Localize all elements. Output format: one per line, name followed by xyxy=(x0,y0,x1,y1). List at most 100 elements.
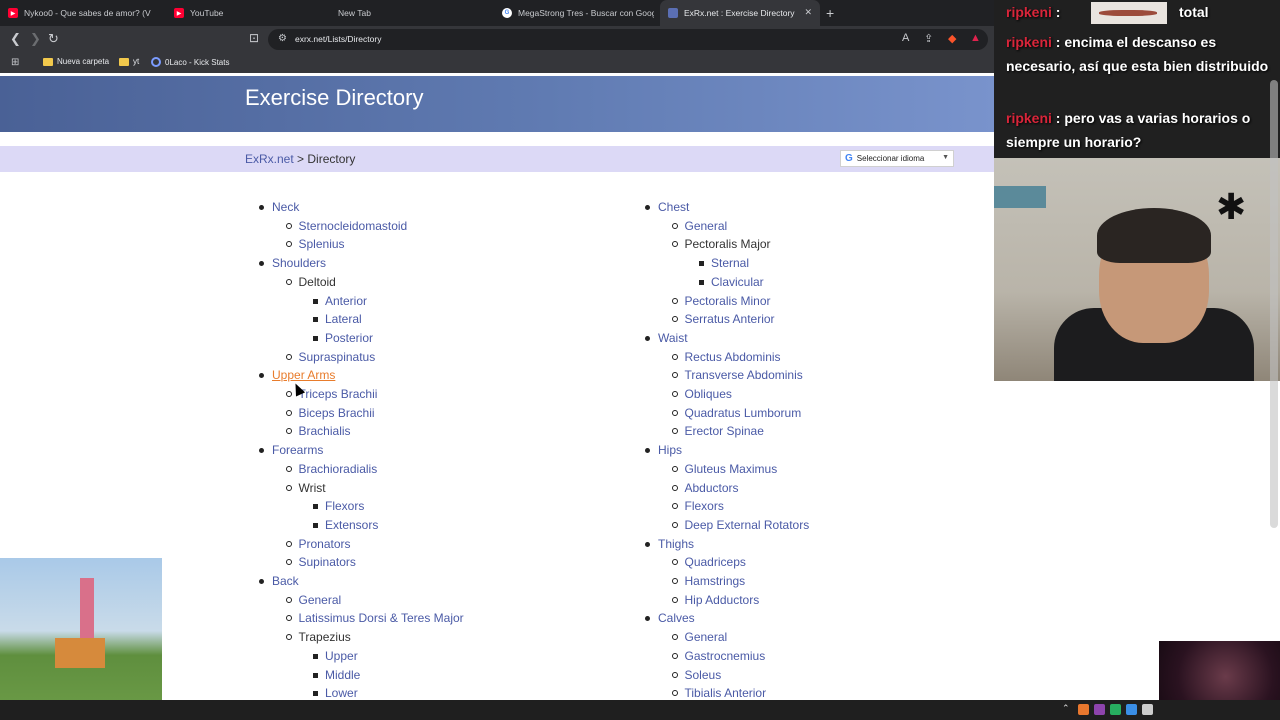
muscle-link[interactable]: Erector Spinae xyxy=(685,424,764,438)
muscle-list-item[interactable]: Shoulders xyxy=(259,254,326,272)
muscle-list-item[interactable]: Hip Adductors xyxy=(671,591,760,609)
muscle-list-item[interactable]: Anterior xyxy=(313,292,367,310)
muscle-link[interactable]: Sternocleidomastoid xyxy=(299,219,408,233)
muscle-list-item[interactable]: Posterior xyxy=(313,329,373,347)
muscle-list-item[interactable]: Neck xyxy=(259,198,299,216)
muscle-list-item[interactable]: Lateral xyxy=(313,310,362,328)
muscle-list-item[interactable]: Tibialis Anterior xyxy=(671,684,767,700)
muscle-list-item[interactable]: Back xyxy=(259,572,299,590)
muscle-list-item[interactable]: Flexors xyxy=(313,497,364,515)
tray-app-icon[interactable] xyxy=(1126,704,1137,715)
muscle-link[interactable]: Rectus Abdominis xyxy=(685,350,781,364)
muscle-list-item[interactable]: Brachioradialis xyxy=(285,460,377,478)
muscle-link[interactable]: Sternal xyxy=(711,256,749,270)
muscle-link[interactable]: Back xyxy=(272,574,299,588)
muscle-list-item[interactable]: Pectoralis Minor xyxy=(671,292,771,310)
muscle-link[interactable]: Forearms xyxy=(272,443,323,457)
muscle-list-item[interactable]: Thighs xyxy=(645,535,694,553)
muscle-list-item[interactable]: Quadriceps xyxy=(671,553,746,571)
muscle-list-item[interactable]: Supinators xyxy=(285,553,356,571)
muscle-list-item[interactable]: Soleus xyxy=(671,666,722,684)
muscle-link[interactable]: Pectoralis Minor xyxy=(685,294,771,308)
muscle-list-item[interactable]: Calves xyxy=(645,609,695,627)
muscle-list-item[interactable]: Clavicular xyxy=(699,273,764,291)
muscle-link[interactable]: Quadratus Lumborum xyxy=(685,406,802,420)
brave-shield-icon[interactable]: ◆ xyxy=(948,32,956,45)
reload-icon[interactable]: ↻ xyxy=(48,31,59,47)
muscle-link[interactable]: Gastrocnemius xyxy=(685,649,766,663)
muscle-link[interactable]: General xyxy=(685,219,728,233)
muscle-list-item[interactable]: Supraspinatus xyxy=(285,348,376,366)
scrollbar[interactable] xyxy=(1270,80,1278,528)
muscle-link[interactable]: Clavicular xyxy=(711,275,764,289)
muscle-list-item[interactable]: Chest xyxy=(645,198,689,216)
muscle-list-item[interactable]: Forearms xyxy=(259,441,323,459)
muscle-list-item[interactable]: General xyxy=(285,591,342,609)
translate-icon[interactable]: A xyxy=(902,32,909,44)
muscle-list-item[interactable]: Flexors xyxy=(671,497,724,515)
muscle-list-item[interactable]: Sternocleidomastoid xyxy=(285,217,408,235)
bookmark-kick-stats[interactable]: 0Laco - Kick Stats xyxy=(151,57,229,67)
muscle-link[interactable]: Extensors xyxy=(325,518,378,532)
muscle-link[interactable]: Tibialis Anterior xyxy=(685,686,767,700)
breadcrumb-home-link[interactable]: ExRx.net xyxy=(245,152,294,166)
muscle-list-item[interactable]: Extensors xyxy=(313,516,378,534)
muscle-link[interactable]: Biceps Brachii xyxy=(299,406,375,420)
muscle-list-item[interactable]: Upper Arms xyxy=(259,366,335,384)
new-tab-plus-icon[interactable]: + xyxy=(826,5,834,21)
muscle-list-item[interactable]: Serratus Anterior xyxy=(671,310,775,328)
tab-exrx[interactable]: ExRx.net : Exercise Directory ✕ xyxy=(660,0,820,26)
muscle-list-item[interactable]: Hips xyxy=(645,441,682,459)
muscle-link[interactable]: Lateral xyxy=(325,312,362,326)
muscle-link[interactable]: General xyxy=(299,593,342,607)
tab-google-search[interactable]: G MegaStrong Tres - Buscar con Googl xyxy=(494,0,654,26)
muscle-link[interactable]: Triceps Brachii xyxy=(299,387,378,401)
url-text[interactable]: exrx.net/Lists/Directory xyxy=(295,34,381,44)
muscle-link[interactable]: Flexors xyxy=(685,499,724,513)
apps-grid-icon[interactable]: ⊞ xyxy=(11,57,19,68)
muscle-list-item[interactable]: Biceps Brachii xyxy=(285,404,375,422)
muscle-link[interactable]: Brachialis xyxy=(299,424,351,438)
muscle-link[interactable]: Neck xyxy=(272,200,299,214)
muscle-link[interactable]: Middle xyxy=(325,668,360,682)
muscle-link[interactable]: Posterior xyxy=(325,331,373,345)
muscle-list-item[interactable]: General xyxy=(671,217,728,235)
muscle-link[interactable]: Abductors xyxy=(685,481,739,495)
tab-new-tab[interactable]: New Tab xyxy=(330,0,490,26)
bookmark-yt[interactable]: yt xyxy=(119,57,139,66)
muscle-link[interactable]: Supinators xyxy=(299,555,356,569)
muscle-list-item[interactable]: Hamstrings xyxy=(671,572,746,590)
language-select[interactable]: G Seleccionar idioma ▼ xyxy=(840,150,954,167)
muscle-link[interactable]: Quadriceps xyxy=(685,555,746,569)
tray-app-icon[interactable] xyxy=(1142,704,1153,715)
close-tab-icon[interactable]: ✕ xyxy=(804,7,812,18)
muscle-list-item[interactable]: Sternal xyxy=(699,254,749,272)
muscle-link[interactable]: Supraspinatus xyxy=(299,350,376,364)
muscle-link[interactable]: Deep External Rotators xyxy=(685,518,810,532)
muscle-list-item[interactable]: Latissimus Dorsi & Teres Major xyxy=(285,609,464,627)
muscle-link[interactable]: Hamstrings xyxy=(685,574,746,588)
muscle-list-item[interactable]: Erector Spinae xyxy=(671,422,764,440)
back-arrow-icon[interactable]: ❮ xyxy=(10,31,21,47)
muscle-list-item[interactable]: Deep External Rotators xyxy=(671,516,810,534)
muscle-link[interactable]: Calves xyxy=(658,611,695,625)
muscle-list-item[interactable]: Pronators xyxy=(285,535,351,553)
muscle-link[interactable]: Upper Arms xyxy=(272,368,335,382)
muscle-link[interactable]: Serratus Anterior xyxy=(685,312,775,326)
muscle-list-item[interactable]: Abductors xyxy=(671,479,739,497)
muscle-list-item[interactable]: Lower xyxy=(313,684,358,700)
muscle-link[interactable]: Soleus xyxy=(685,668,722,682)
muscle-link[interactable]: Pronators xyxy=(299,537,351,551)
muscle-list-item[interactable]: Obliques xyxy=(671,385,732,403)
muscle-list-item[interactable]: Rectus Abdominis xyxy=(671,348,781,366)
muscle-link[interactable]: Lower xyxy=(325,686,358,700)
tab-youtube[interactable]: ▶ YouTube xyxy=(166,0,326,26)
share-icon[interactable]: ⇪ xyxy=(924,32,933,45)
muscle-list-item[interactable]: Transverse Abdominis xyxy=(671,366,803,384)
muscle-list-item[interactable]: Triceps Brachii xyxy=(285,385,378,403)
muscle-link[interactable]: Waist xyxy=(658,331,688,345)
muscle-link[interactable]: Hip Adductors xyxy=(685,593,760,607)
forward-arrow-icon[interactable]: ❯ xyxy=(30,31,41,47)
muscle-list-item[interactable]: Middle xyxy=(313,666,360,684)
muscle-list-item[interactable]: Splenius xyxy=(285,235,345,253)
